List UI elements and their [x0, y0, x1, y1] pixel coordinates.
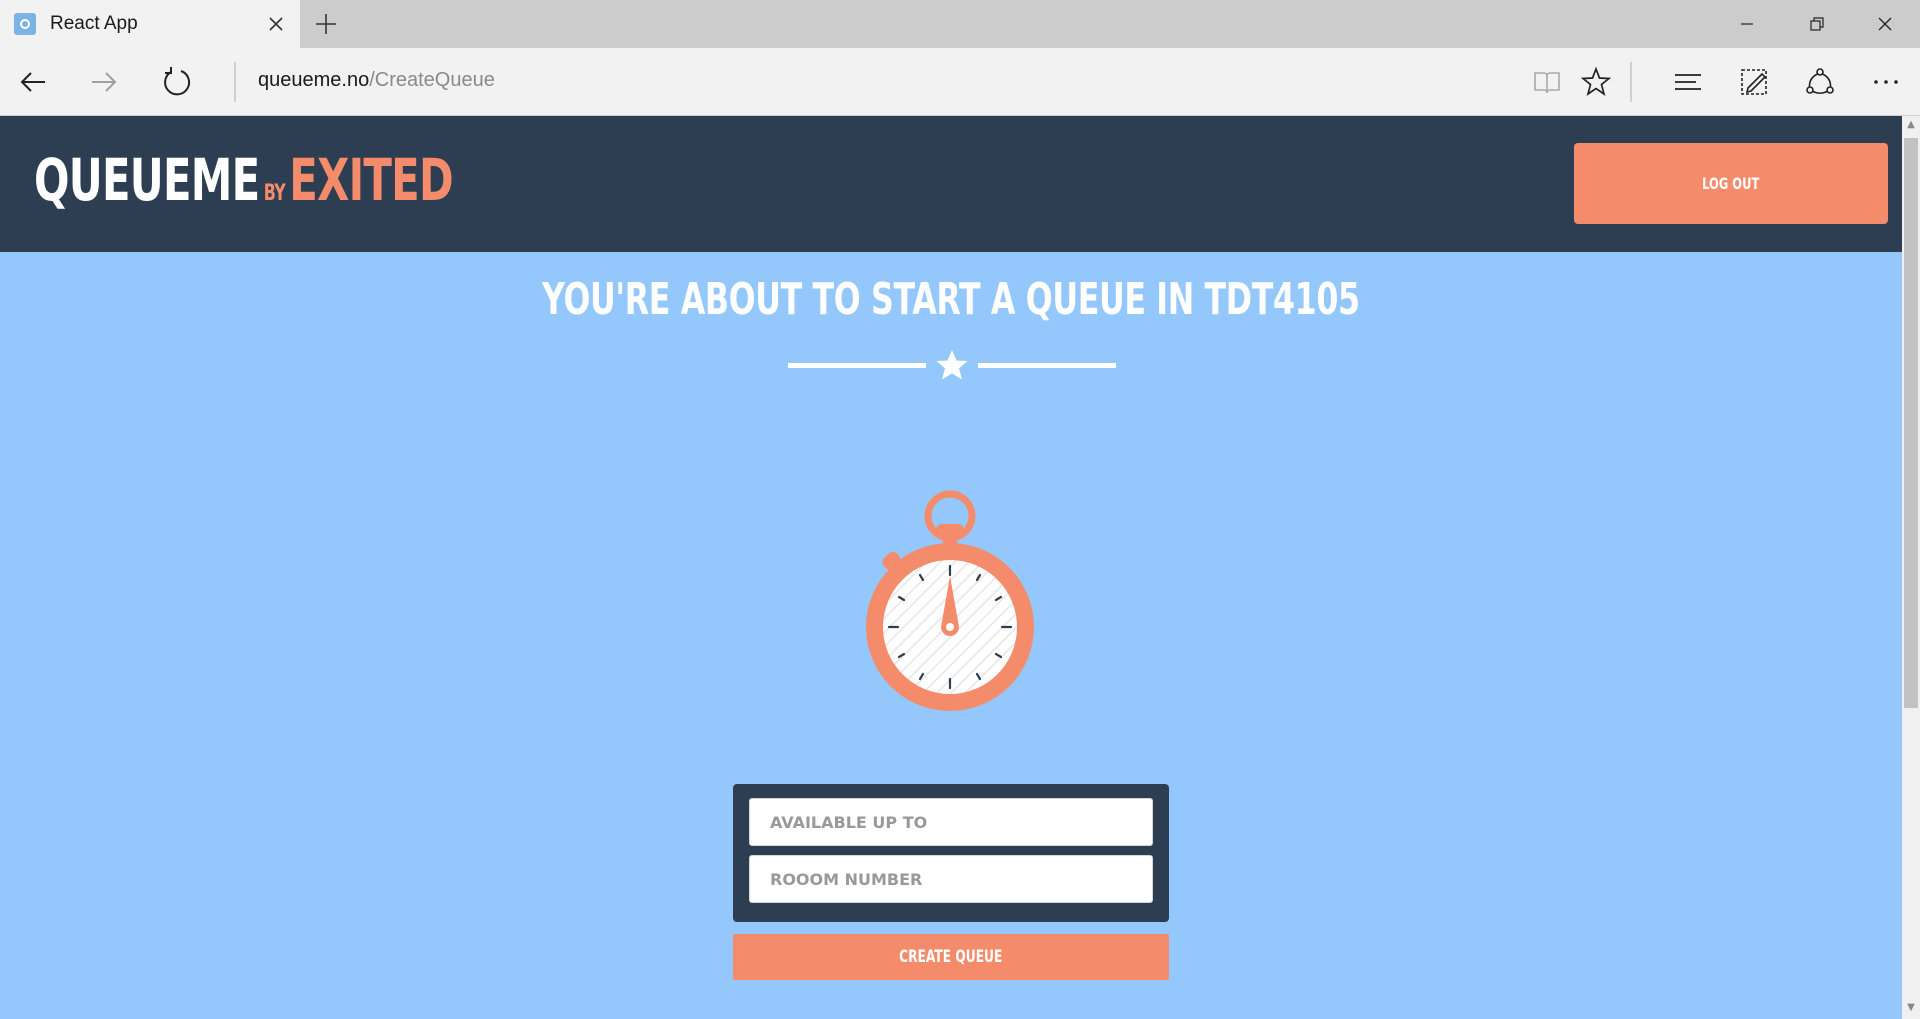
site-logo[interactable]: QUEUEME BYEXITED: [34, 146, 454, 214]
page-scrollbar[interactable]: ▲ ▼: [1902, 116, 1920, 1019]
new-tab-icon[interactable]: [312, 10, 340, 38]
browser-tab[interactable]: React App: [0, 0, 300, 48]
star-divider: [788, 350, 1116, 380]
page-viewport: QUEUEME BYEXITED LOG OUT YOU'RE ABOUT TO …: [0, 116, 1902, 1019]
share-icon: [1806, 68, 1834, 95]
minimize-button[interactable]: [1712, 0, 1782, 48]
browser-navbar: queueme.no/CreateQueue: [0, 48, 1920, 116]
create-queue-button[interactable]: CREATE QUEUE: [733, 934, 1169, 980]
forward-button[interactable]: [84, 62, 124, 102]
minimize-icon: [1741, 23, 1753, 25]
create-queue-label: CREATE QUEUE: [899, 947, 1003, 967]
address-bar[interactable]: queueme.no/CreateQueue: [258, 69, 495, 92]
address-separator: [234, 62, 236, 102]
back-button[interactable]: [13, 62, 53, 102]
room-number-input[interactable]: [749, 855, 1153, 903]
page-headline: YOU'RE ABOUT TO START A QUEUE IN TDT4105: [0, 274, 1902, 325]
star-icon: [1580, 66, 1612, 96]
logout-button[interactable]: LOG OUT: [1574, 143, 1888, 224]
web-note-button[interactable]: [1734, 62, 1774, 102]
site-header: QUEUEME BYEXITED LOG OUT: [0, 116, 1902, 252]
scroll-thumb[interactable]: [1904, 138, 1918, 708]
back-arrow-icon: [20, 72, 45, 92]
tab-title: React App: [50, 13, 138, 34]
brand-main: QUEUEME: [34, 146, 260, 214]
reading-view-button[interactable]: [1527, 62, 1567, 102]
address-path: /CreateQueue: [369, 69, 495, 91]
restore-icon: [1810, 17, 1824, 31]
share-button[interactable]: [1800, 62, 1840, 102]
address-host: queueme.no: [258, 69, 370, 91]
close-icon: [1878, 17, 1892, 31]
brand-by: BY: [263, 181, 286, 206]
refresh-button[interactable]: [157, 62, 197, 102]
close-window-button[interactable]: [1850, 0, 1920, 48]
toolbar-separator: [1630, 62, 1632, 102]
refresh-icon: [164, 67, 191, 96]
headline-text: YOU'RE ABOUT TO START A QUEUE IN TDT4105: [542, 274, 1360, 325]
react-app-favicon-icon: [14, 13, 36, 35]
stopwatch-icon: [866, 490, 1034, 711]
scroll-down-icon[interactable]: ▼: [1906, 1003, 1916, 1013]
star-icon: [936, 350, 968, 380]
available-until-input[interactable]: [749, 798, 1153, 846]
hub-icon: [1675, 74, 1701, 90]
more-icon: [1874, 80, 1898, 84]
hub-button[interactable]: [1668, 62, 1708, 102]
favorite-button[interactable]: [1576, 62, 1616, 102]
logout-label: LOG OUT: [1702, 174, 1760, 193]
browser-titlebar: React App: [0, 0, 1920, 48]
web-note-icon: [1741, 69, 1767, 95]
scroll-up-icon[interactable]: ▲: [1906, 120, 1916, 130]
restore-button[interactable]: [1782, 0, 1852, 48]
forward-arrow-icon: [92, 72, 117, 92]
brand-accent: EXITED: [289, 146, 453, 214]
more-button[interactable]: [1866, 62, 1906, 102]
create-queue-form: [733, 784, 1169, 922]
reading-view-icon: [1534, 72, 1560, 94]
close-tab-icon[interactable]: [264, 12, 288, 36]
